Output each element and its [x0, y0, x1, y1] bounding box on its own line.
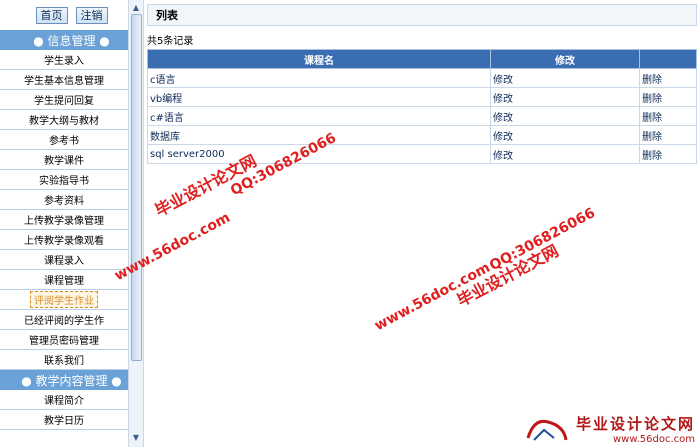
- table-row: c#语言 修改 删除: [147, 106, 697, 126]
- site-logo-icon: [526, 419, 568, 441]
- menu-item-contact[interactable]: 联系我们: [0, 350, 128, 370]
- menu-item-references[interactable]: 参考资料: [0, 190, 128, 210]
- menu-item-admin-password[interactable]: 管理员密码管理: [0, 330, 128, 350]
- col-edit: 修改: [490, 49, 640, 69]
- menu-list: 学生录入 学生基本信息管理 学生提问回复 教学大纲与教材 参考书 教学课件 实验…: [0, 50, 128, 370]
- table-row: sql server2000 修改 删除: [147, 144, 697, 164]
- cell-course-name: sql server2000: [147, 144, 491, 164]
- table-row: c语言 修改 删除: [147, 68, 697, 88]
- menu-item-courseware[interactable]: 教学课件: [0, 150, 128, 170]
- menu-item-grade-homework[interactable]: 评阅学生作业: [0, 290, 128, 310]
- scrollbar-thumb[interactable]: [131, 14, 142, 361]
- main-content: 列表 共5条记录 课程名 修改 c语言 修改 删除 vb编程 修改 删除 c#语…: [145, 0, 699, 447]
- menu-item-upload-video-watch[interactable]: 上传教学录像观看: [0, 230, 128, 250]
- course-table: 课程名 修改 c语言 修改 删除 vb编程 修改 删除 c#语言 修改 删除 数…: [147, 49, 697, 164]
- menu-list-2: 课程简介 教学日历: [0, 390, 128, 430]
- col-course-name: 课程名: [147, 49, 491, 69]
- top-buttons: 首页 注销: [0, 0, 143, 30]
- menu-item-teaching-calendar[interactable]: 教学日历: [0, 410, 128, 430]
- cell-course-name: c#语言: [147, 106, 491, 126]
- edit-link[interactable]: 修改: [490, 68, 640, 88]
- table-row: vb编程 修改 删除: [147, 87, 697, 107]
- menu-item-student-questions[interactable]: 学生提问回复: [0, 90, 128, 110]
- record-count: 共5条记录: [147, 36, 194, 47]
- menu-item-upload-video-manage[interactable]: 上传教学录像管理: [0, 210, 128, 230]
- footer-url: www.56doc.com: [612, 434, 695, 445]
- menu-item-student-info[interactable]: 学生基本信息管理: [0, 70, 128, 90]
- footer-logo: 毕业设计论文网 www.56doc.com: [524, 413, 695, 445]
- sidebar-scrollbar[interactable]: ▲ ▼: [128, 0, 143, 447]
- home-button[interactable]: 首页: [35, 6, 68, 24]
- menu-item-lab-guide[interactable]: 实验指导书: [0, 170, 128, 190]
- section-teaching-content[interactable]: ● 教学内容管理 ●: [0, 370, 143, 390]
- footer-site-name: 毕业设计论文网: [575, 415, 695, 433]
- table-header-row: 课程名 修改: [147, 49, 697, 69]
- col-delete: [639, 49, 697, 69]
- scroll-up-icon[interactable]: ▲: [131, 2, 141, 12]
- table-row: 数据库 修改 删除: [147, 125, 697, 145]
- edit-link[interactable]: 修改: [490, 106, 640, 126]
- section-info-management[interactable]: ● 信息管理 ●: [0, 30, 143, 50]
- menu-item-course-entry[interactable]: 课程录入: [0, 250, 128, 270]
- menu-item-graded-homework[interactable]: 已经评阅的学生作: [0, 310, 128, 330]
- delete-link[interactable]: 删除: [639, 106, 697, 126]
- scroll-down-icon[interactable]: ▼: [131, 432, 141, 442]
- menu-item-student-entry[interactable]: 学生录入: [0, 50, 128, 70]
- sidebar: 首页 注销 ● 信息管理 ● 学生录入 学生基本信息管理 学生提问回复 教学大纲…: [0, 0, 144, 447]
- menu-item-course-manage[interactable]: 课程管理: [0, 270, 128, 290]
- delete-link[interactable]: 删除: [639, 87, 697, 107]
- delete-link[interactable]: 删除: [639, 144, 697, 164]
- list-header: 列表: [147, 4, 697, 26]
- cell-course-name: c语言: [147, 68, 491, 88]
- delete-link[interactable]: 删除: [639, 125, 697, 145]
- cell-course-name: 数据库: [147, 125, 491, 145]
- menu-item-reference-books[interactable]: 参考书: [0, 130, 128, 150]
- menu-item-syllabus[interactable]: 教学大纲与教材: [0, 110, 128, 130]
- edit-link[interactable]: 修改: [490, 87, 640, 107]
- edit-link[interactable]: 修改: [490, 125, 640, 145]
- logout-button[interactable]: 注销: [75, 6, 108, 24]
- list-title: 列表: [156, 9, 178, 22]
- edit-link[interactable]: 修改: [490, 144, 640, 164]
- cell-course-name: vb编程: [147, 87, 491, 107]
- menu-item-course-intro[interactable]: 课程简介: [0, 390, 128, 410]
- delete-link[interactable]: 删除: [639, 68, 697, 88]
